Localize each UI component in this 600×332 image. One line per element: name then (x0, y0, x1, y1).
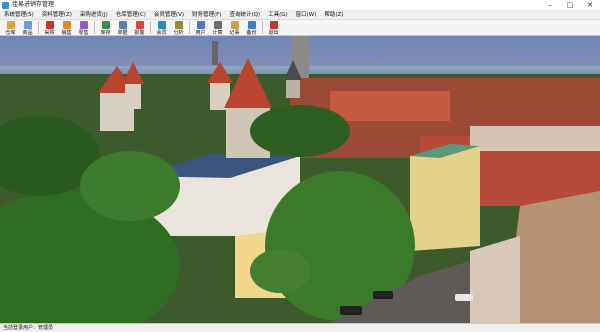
purchase-icon (45, 21, 54, 29)
close-icon: ✕ (587, 1, 593, 9)
minimize-icon: – (548, 1, 552, 9)
toolbar-separator (150, 21, 151, 34)
toolbar: 仓库 商品 采购 销售 零售 库存 单据 报警 会员 分析 用户 计算 记事 备… (0, 20, 600, 36)
app-icon (2, 1, 9, 9)
alarm-icon (135, 21, 144, 29)
menu-query[interactable]: 查询统计(Q) (225, 10, 264, 20)
user-icon (196, 21, 205, 29)
toolbar-alarm-button[interactable]: 报警 (131, 20, 148, 36)
toolbar-exit-button[interactable]: 退出 (265, 20, 282, 36)
window-title: 佳易进销存管理 (12, 1, 55, 8)
toolbar-analysis-button[interactable]: 分析 (170, 20, 187, 36)
warehouse-icon (6, 21, 15, 29)
toolbar-document-button[interactable]: 单据 (114, 20, 131, 36)
notepad-icon (230, 21, 239, 29)
toolbar-member-button[interactable]: 会员 (153, 20, 170, 36)
maximize-button[interactable]: □ (560, 0, 580, 10)
menu-finance[interactable]: 财务管理(F) (188, 10, 225, 20)
menu-help[interactable]: 帮助(Z) (320, 10, 347, 20)
toolbar-warehouse-button[interactable]: 仓库 (2, 20, 19, 36)
close-button[interactable]: ✕ (580, 0, 600, 10)
stock-icon (101, 21, 110, 29)
maximize-icon: □ (566, 1, 574, 9)
menu-data[interactable]: 资料管理(Z) (38, 10, 76, 20)
background-image (0, 36, 600, 323)
toolbar-retail-button[interactable]: 零售 (75, 20, 92, 36)
menu-bar: 系统管理(S) 资料管理(Z) 采购进货(J) 仓库管理(C) 会员管理(V) … (0, 10, 600, 20)
status-current-user: 当前登录用户：管理员 (3, 325, 54, 331)
menu-window[interactable]: 窗口(W) (292, 10, 321, 20)
exit-icon (269, 21, 278, 29)
analysis-icon (174, 21, 183, 29)
backup-icon (247, 21, 256, 29)
calculator-icon (213, 21, 222, 29)
document-icon (118, 21, 127, 29)
menu-tools[interactable]: 工具(G) (264, 10, 292, 20)
toolbar-purchase-button[interactable]: 采购 (41, 20, 58, 36)
menu-system[interactable]: 系统管理(S) (0, 10, 38, 20)
old-town-cityscape-image (0, 36, 600, 323)
member-icon (157, 21, 166, 29)
toolbar-backup-button[interactable]: 备份 (243, 20, 260, 36)
toolbar-user-button[interactable]: 用户 (192, 20, 209, 36)
minimize-button[interactable]: – (540, 0, 560, 10)
window-controls: – □ ✕ (540, 0, 600, 10)
status-bar: 当前登录用户：管理员 (0, 323, 600, 332)
toolbar-sales-button[interactable]: 销售 (58, 20, 75, 36)
sales-icon (62, 21, 71, 29)
retail-icon (79, 21, 88, 29)
toolbar-goods-button[interactable]: 商品 (19, 20, 36, 36)
toolbar-calculator-button[interactable]: 计算 (209, 20, 226, 36)
menu-member[interactable]: 会员管理(V) (150, 10, 188, 20)
toolbar-notepad-button[interactable]: 记事 (226, 20, 243, 36)
toolbar-separator (189, 21, 190, 34)
menu-purchase[interactable]: 采购进货(J) (76, 10, 112, 20)
toolbar-separator (94, 21, 95, 34)
toolbar-separator (262, 21, 263, 34)
goods-icon (23, 21, 32, 29)
menu-warehouse[interactable]: 仓库管理(C) (112, 10, 150, 20)
toolbar-separator (38, 21, 39, 34)
toolbar-stock-button[interactable]: 库存 (97, 20, 114, 36)
title-bar: 佳易进销存管理 – □ ✕ (0, 0, 600, 10)
